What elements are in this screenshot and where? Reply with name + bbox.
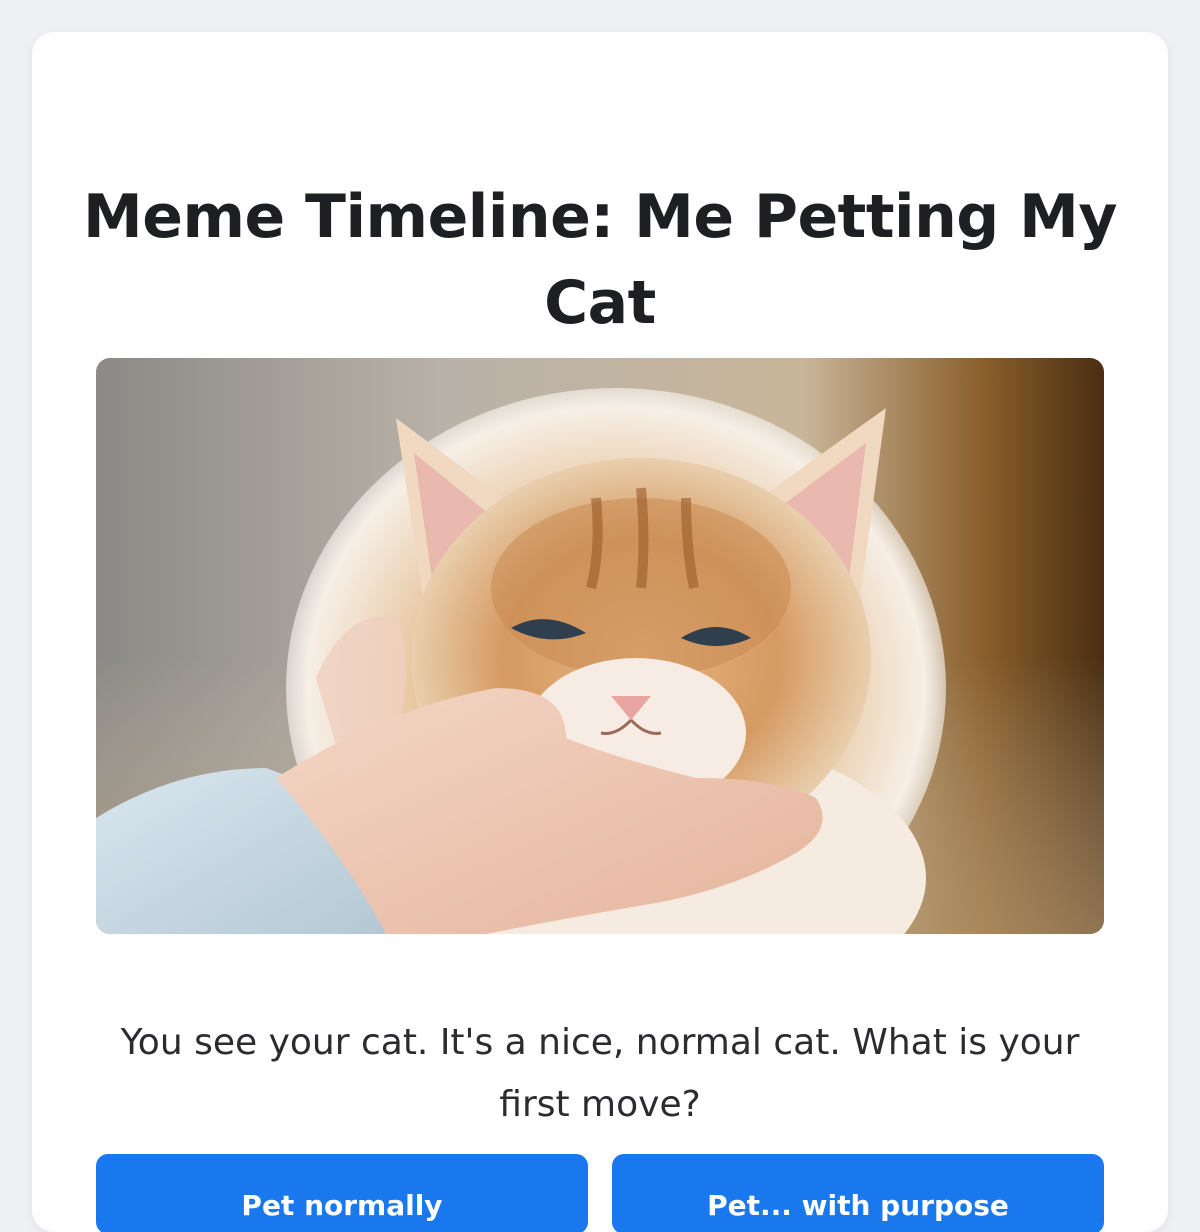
choice-button-pet-with-purpose[interactable]: Pet... with purpose: [612, 1154, 1104, 1232]
page-title: Meme Timeline: Me Petting My Cat: [83, 182, 1117, 338]
choice-button-pet-normally[interactable]: Pet normally: [96, 1154, 588, 1232]
cat-photo: [96, 358, 1104, 934]
meme-card: Meme Timeline: Me Petting My Cat You see…: [32, 32, 1168, 1232]
story-prompt: You see your cat. It's a nice, normal ca…: [120, 1022, 1080, 1125]
